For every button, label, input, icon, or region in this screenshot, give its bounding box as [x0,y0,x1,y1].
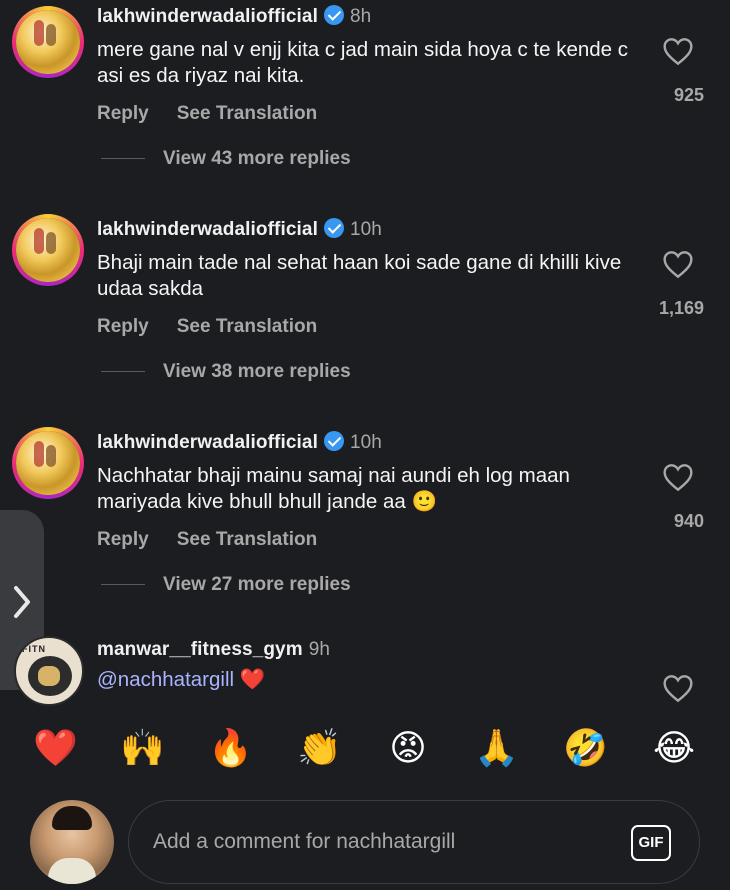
emoji-clapping-hands[interactable]: 👏 [297,726,342,770]
comment-username[interactable]: lakhwinderwadaliofficial [97,432,318,453]
comment-time: 10h [349,432,382,453]
view-more-replies-button[interactable]: View 38 more replies [101,361,351,383]
avatar[interactable] [12,427,84,499]
emoji-raising-hands[interactable]: 🙌 [120,726,165,770]
see-translation-button[interactable]: See Translation [177,529,317,550]
avatar-image [16,218,80,282]
like-count: 925 [673,85,704,105]
emoji-tears-of-joy[interactable]: 😂 [652,726,696,770]
verified-badge-icon [323,5,344,25]
emoji-red-heart[interactable]: ❤️ [33,726,78,770]
red-heart-emoji: ❤️ [239,668,266,691]
comment-time: 10h [349,219,382,240]
comment-username[interactable]: manwar__fitness_gym [97,639,303,660]
avatar-image [16,10,80,74]
heart-outline-icon[interactable] [662,36,694,66]
emoji-fire[interactable]: 🔥 [208,726,253,770]
like-count: 1,169 [658,298,704,318]
emoji-angry-face[interactable]: 😡 [386,726,430,770]
mention-link[interactable]: @nachhatargill [97,668,234,691]
comment-input-placeholder: Add a comment for nachhatargill [153,830,456,853]
comment-time: 9h [308,639,331,660]
verified-badge-icon [323,218,344,238]
slightly-smiling-emoji: 🙂 [411,490,438,513]
emoji-rolling-laughing[interactable]: 🤣 [563,726,608,770]
reply-button[interactable]: Reply [97,529,149,550]
comment-input[interactable]: Add a comment for nachhatargill GIF [128,800,700,884]
emoji-reaction-bar: ❤️ 🙌 🔥 👏 😡 🙏 🤣 😂 [0,706,730,796]
divider [101,158,145,160]
heart-outline-icon[interactable] [662,249,694,279]
avatar-image [16,431,80,495]
comment-username[interactable]: lakhwinderwadaliofficial [97,6,318,27]
emoji-folded-hands[interactable]: 🙏 [474,726,519,770]
verified-badge-icon [323,431,344,451]
see-translation-button[interactable]: See Translation [177,103,317,124]
reply-button[interactable]: Reply [97,103,149,124]
divider [101,371,145,373]
avatar-logo-text: FITN [22,644,46,654]
comment-text: Nachhatar bhaji mainu samaj nai aundi eh… [97,464,570,513]
avatar[interactable] [12,6,84,78]
comment-text: mere gane nal v enjj kita c jad main sid… [97,38,629,87]
comment-composer: Add a comment for nachhatargill GIF [0,796,730,890]
comment-time: 8h [349,6,372,27]
avatar[interactable]: FITN [14,636,84,706]
view-more-replies-button[interactable]: View 27 more replies [101,574,351,596]
heart-outline-icon[interactable] [662,673,694,703]
avatar[interactable] [12,214,84,286]
comment-text: Bhaji main tade nal sehat haan koi sade … [97,251,622,300]
like-count: 940 [673,511,704,531]
see-translation-button[interactable]: See Translation [177,316,317,337]
comment-username[interactable]: lakhwinderwadaliofficial [97,219,318,240]
reply-button[interactable]: Reply [97,316,149,337]
heart-outline-icon[interactable] [662,462,694,492]
gif-button[interactable]: GIF [631,825,671,861]
chevron-right-icon [14,586,30,618]
divider [101,584,145,586]
view-more-replies-button[interactable]: View 43 more replies [101,148,351,170]
current-user-avatar [30,800,114,884]
